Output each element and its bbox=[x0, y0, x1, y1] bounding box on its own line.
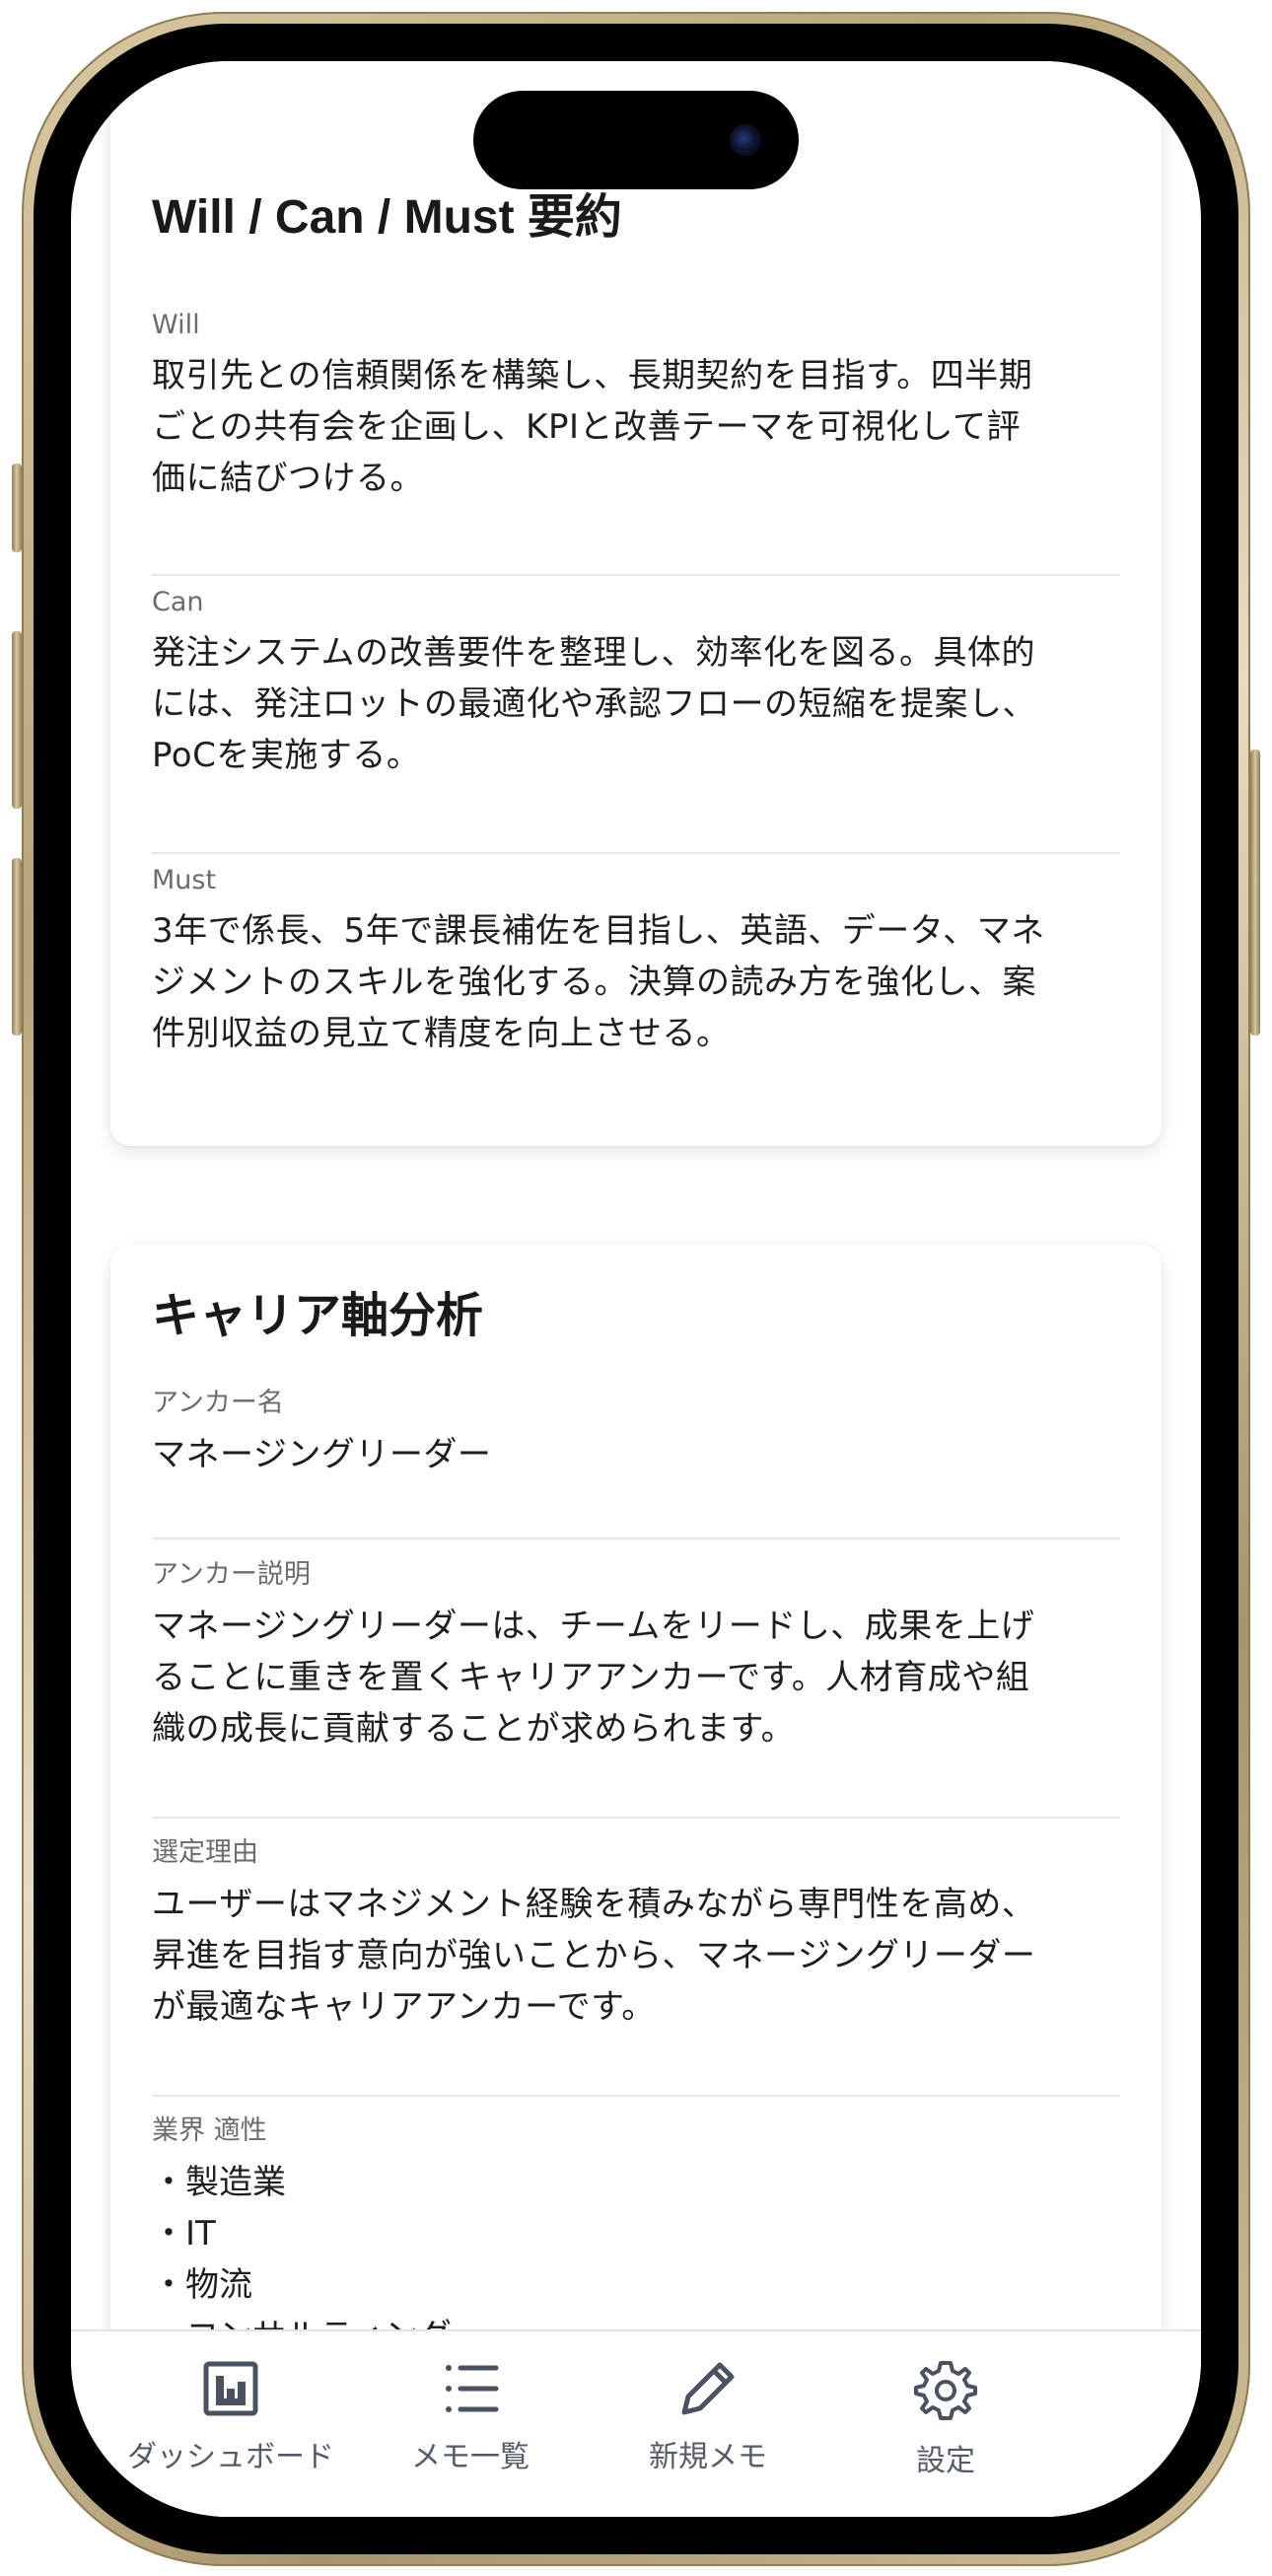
tab-dashboard[interactable]: ダッシュボード bbox=[112, 2359, 349, 2475]
divider bbox=[152, 852, 1120, 854]
reason-label: 選定理由 bbox=[152, 1837, 258, 1868]
will-line: 取引先との信頼関係を構築し、長期契約を目指す。四半期 bbox=[152, 356, 1033, 395]
summary-card: Will / Can / Must 要約 Will 取引先との信頼関係を構築し、… bbox=[110, 61, 1162, 1146]
career-title: キャリア軸分析 bbox=[152, 1290, 484, 1342]
tab-label: 新規メモ bbox=[649, 2440, 767, 2474]
tab-label: メモ一覧 bbox=[411, 2440, 530, 2474]
tab-label: ダッシュボード bbox=[127, 2440, 334, 2474]
tab-label: 設定 bbox=[916, 2444, 975, 2478]
reason-section: 選定理由 ユーザーはマネジメント経験を積みながら専門性を高め、 昇進を目指す意向… bbox=[152, 1830, 1120, 2033]
can-section: Can 発注システムの改善要件を整理し、効率化を図る。具体的 には、発注ロットの… bbox=[152, 587, 1120, 781]
will-line: ごとの共有会を企画し、KPIと改善テーマを可視化して評 bbox=[152, 407, 1021, 447]
anchor-desc-text: マネージングリーダーは、チームをリードし、成果を上げ ることに重きを置くキャリア… bbox=[152, 1601, 1120, 1754]
list-item: 物流 bbox=[152, 2259, 1120, 2311]
industry-label: 業界 適性 bbox=[152, 2115, 267, 2146]
reason-line: 昇進を目指す意向が強いことから、マネージングリーダー bbox=[152, 1936, 1036, 1975]
bottom-tab-bar: ダッシュボード メモ一覧 新規メモ 設定 bbox=[71, 2329, 1201, 2517]
reason-line: ユーザーはマネジメント経験を積みながら専門性を高め、 bbox=[152, 1885, 1036, 1924]
will-section: Will 取引先との信頼関係を構築し、長期契約を目指す。四半期 ごとの共有会を企… bbox=[152, 310, 1120, 504]
divider bbox=[152, 1817, 1120, 1819]
will-label: Will bbox=[152, 310, 200, 340]
can-line: 発注システムの改善要件を整理し、効率化を図る。具体的 bbox=[152, 633, 1035, 673]
must-line: ジメントのスキルを強化する。決算の読み方を強化し、案 bbox=[152, 963, 1036, 1002]
tab-new-memo[interactable]: 新規メモ bbox=[590, 2359, 826, 2475]
side-button bbox=[12, 464, 22, 552]
reason-text: ユーザーはマネジメント経験を積みながら専門性を高め、 昇進を目指す意向が強いこと… bbox=[152, 1879, 1120, 2033]
must-line: 3年で係長、5年で課長補佐を目指し、英語、データ、マネ bbox=[152, 911, 1045, 951]
dynamic-island bbox=[473, 91, 799, 189]
list-item: 製造業 bbox=[152, 2157, 1120, 2208]
tab-memo-list[interactable]: メモ一覧 bbox=[352, 2359, 589, 2475]
can-text: 発注システムの改善要件を整理し、効率化を図る。具体的 には、発注ロットの最適化や… bbox=[152, 627, 1120, 781]
anchor-desc-line: ることに重きを置くキャリアアンカーです。人材育成や組 bbox=[152, 1658, 1030, 1697]
camera-icon bbox=[730, 124, 761, 156]
phone-device: Will / Can / Must 要約 Will 取引先との信頼関係を構築し、… bbox=[0, 0, 1272, 2576]
anchor-name-value: マネージングリーダー bbox=[152, 1435, 492, 1474]
dashboard-icon bbox=[203, 2361, 258, 2416]
anchor-desc-label: アンカー説明 bbox=[152, 1559, 311, 1590]
industry-section: 業界 適性 製造業 IT 物流 コンサルティング bbox=[152, 2109, 1120, 2362]
must-line: 件別収益の見立て精度を向上させる。 bbox=[152, 1014, 731, 1053]
anchor-desc-section: アンカー説明 マネージングリーダーは、チームをリードし、成果を上げ ることに重き… bbox=[152, 1552, 1120, 1754]
anchor-name-label: アンカー名 bbox=[152, 1388, 284, 1418]
career-card: キャリア軸分析 アンカー名 マネージングリーダー アンカー説明 マネージングリー… bbox=[110, 1245, 1162, 2517]
side-button bbox=[12, 858, 22, 1036]
must-text: 3年で係長、5年で課長補佐を目指し、英語、データ、マネ ジメントのスキルを強化す… bbox=[152, 905, 1120, 1059]
will-line: 価に結びつける。 bbox=[152, 459, 424, 498]
must-label: Must bbox=[152, 865, 217, 895]
screen: Will / Can / Must 要約 Will 取引先との信頼関係を構築し、… bbox=[71, 61, 1201, 2517]
can-line: には、発注ロットの最適化や承認フローの短縮を提案し、 bbox=[152, 684, 1036, 724]
side-button bbox=[1250, 750, 1260, 1036]
can-line: PoCを実施する。 bbox=[152, 736, 421, 775]
will-text: 取引先との信頼関係を構築し、長期契約を目指す。四半期 ごとの共有会を企画し、KP… bbox=[152, 350, 1120, 504]
anchor-desc-line: マネージングリーダーは、チームをリードし、成果を上げ bbox=[152, 1607, 1035, 1646]
anchor-name-section: アンカー名 マネージングリーダー bbox=[152, 1381, 1120, 1480]
side-button bbox=[12, 631, 22, 809]
list-icon bbox=[446, 2365, 499, 2412]
gear-icon bbox=[914, 2361, 977, 2420]
divider bbox=[152, 574, 1120, 576]
divider bbox=[152, 1538, 1120, 1539]
divider bbox=[152, 2095, 1120, 2097]
must-section: Must 3年で係長、5年で課長補佐を目指し、英語、データ、マネ ジメントのスキ… bbox=[152, 865, 1120, 1059]
anchor-desc-line: 織の成長に貢献することが求められます。 bbox=[152, 1709, 796, 1749]
pencil-icon bbox=[681, 2362, 735, 2415]
list-item: IT bbox=[152, 2208, 1120, 2259]
can-label: Can bbox=[152, 587, 204, 617]
reason-line: が最適なキャリアアンカーです。 bbox=[152, 1987, 656, 2027]
tab-settings[interactable]: 設定 bbox=[827, 2359, 1064, 2479]
